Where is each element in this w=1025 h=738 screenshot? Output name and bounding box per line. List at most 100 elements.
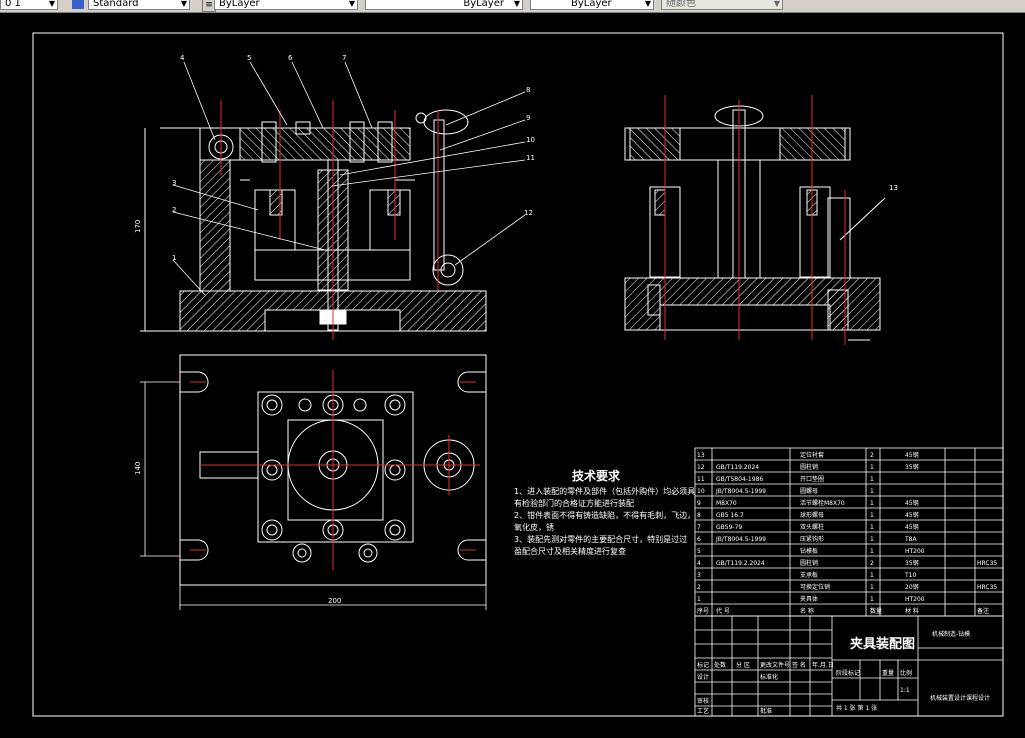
chevron-down-icon: ▼ (48, 0, 55, 8)
layer-value: 0 1 (5, 0, 21, 9)
company-name: 机械装置设计课程设计 (930, 694, 990, 702)
bom-cell-no: 10 (697, 488, 705, 495)
part-label: 1 (172, 254, 176, 262)
part-label: 5 (247, 54, 251, 62)
bom-cell-no: 2 (697, 584, 701, 591)
label-stage: 阶段标记 (836, 669, 860, 677)
bom-header-no: 序号 (697, 607, 709, 615)
bom-cell-no: 8 (697, 512, 701, 519)
label-zone: 分 区 (736, 661, 750, 669)
bom-cell-no: 4 (697, 560, 701, 567)
bom-cell-qty: 1 (870, 464, 874, 471)
tech-line: 2、钳件表面不得有铸造缺陷，不得有毛刺，飞边， (514, 511, 696, 520)
bom-cell-material: 45钢 (905, 499, 919, 507)
layer-dropdown[interactable]: 0 1 ▼ (0, 0, 58, 10)
tech-line: 3、装配先测对零件的主要配合尺寸，特别是过过 (514, 535, 688, 544)
part-label: 12 (524, 209, 533, 217)
bom-table: 13 定位衬套 2 45钢12 GB/T119.2024 圆柱销 1 35钢11 GB/T580… (697, 451, 997, 615)
label-doc: 更改文件号 (760, 661, 790, 669)
bom-cell-qty: 1 (870, 572, 874, 579)
bom-cell-material: HT200 (905, 596, 925, 603)
bom-cell-name: 球形螺母 (800, 511, 824, 519)
bom-cell-code: JB/T8004.5-1999 (715, 488, 766, 495)
side-view (624, 105, 886, 345)
bom-cell-material: 45钢 (905, 451, 919, 459)
bom-cell-material: T10 (904, 572, 916, 579)
bom-cell-qty: 1 (870, 524, 874, 531)
lineweight-value: ByLayer (571, 0, 612, 9)
bom-cell-name: 双头螺柱 (800, 523, 824, 531)
dimension-width: 200 (328, 597, 341, 605)
bom-cell-qty: 1 (870, 488, 874, 495)
bom-cell-material: T8A (904, 536, 917, 543)
title-block-labels: 标记 处数 分 区 更改文件号 签 名 年.月.日 设计 标准化 审核 工艺 批… (697, 630, 990, 715)
label-count: 处数 (714, 661, 726, 669)
bom-cell-name: 开口垫圈 (800, 475, 824, 483)
bom-cell-material: HT200 (905, 548, 925, 555)
chevron-down-icon: ▼ (348, 0, 355, 8)
drawing-title: 夹具装配图 (850, 636, 915, 652)
linetype-value: ByLayer (463, 0, 504, 9)
color-dropdown[interactable]: ByLayer ▼ (214, 0, 358, 10)
bom-cell-qty: 1 (870, 476, 874, 483)
bom-header-code: 代 号 (716, 607, 730, 615)
tech-line: 1、进入装配的零件及部件（包括外购件）均必须具 (514, 487, 696, 496)
chevron-down-icon: ▼ (180, 0, 187, 8)
part-label: 2 (172, 206, 176, 214)
bom-cell-qty: 2 (870, 452, 874, 459)
lineweight-dropdown[interactable]: ByLayer ▼ (530, 0, 654, 10)
drawing-number: 机械制造-钻模 (932, 630, 970, 638)
text-style-dropdown[interactable]: Standard ▼ (88, 0, 190, 10)
bom-cell-name: 可换定位销 (800, 583, 830, 591)
bom-cell-code: GB5 16.7 (716, 512, 744, 519)
label-date: 年.月.日 (812, 661, 834, 669)
label-process: 工艺 (697, 707, 709, 715)
bom-cell-qty: 1 (870, 596, 874, 603)
bom-cell-qty: 2 (870, 560, 874, 567)
bom-cell-no: 5 (697, 548, 701, 555)
sheets-value: 共 1 张 第 1 张 (836, 704, 877, 712)
bom-cell-name: 钻模板 (800, 547, 818, 555)
bom-cell-no: 11 (697, 476, 705, 483)
linetype-dropdown[interactable]: ByLayer ▼ (365, 0, 523, 10)
part-label: 6 (288, 54, 293, 62)
label-approve: 批准 (760, 707, 772, 715)
bom-cell-name: 圆螺母 (800, 487, 818, 495)
plotstyle-dropdown[interactable]: 随颜色 ▼ (661, 0, 783, 10)
bom-cell-no: 1 (697, 596, 701, 603)
bom-cell-code: JB/T8004.5-1999 (715, 536, 766, 543)
color-value: ByLayer (219, 0, 260, 9)
bom-cell-no: 6 (697, 536, 701, 543)
bom-cell-name: 夹具体 (800, 595, 818, 603)
bom-header-qty: 数量 (870, 607, 882, 615)
text-style-icon[interactable] (72, 0, 84, 9)
bom-cell-no: 7 (697, 524, 701, 531)
bom-cell-code: GB/T5804-1986 (716, 476, 763, 483)
bom-cell-material: 45钢 (905, 511, 919, 519)
bom-cell-qty: 1 (870, 584, 874, 591)
bom-cell-code: GB/T119.2024 (716, 464, 759, 471)
bom-header-name: 名 称 (800, 607, 814, 615)
tech-requirements: 技术要求 1、进入装配的零件及部件（包括外购件）均必须具 有检验部门的合格证方能… (514, 470, 695, 558)
tech-line: 有检验部门的合格证方能进行装配 (514, 499, 634, 508)
part-label: 3 (172, 179, 176, 187)
bom-cell-name: 定位衬套 (800, 451, 824, 459)
bom-cell-material: 35钢 (905, 559, 919, 567)
chevron-down-icon: ▼ (513, 0, 520, 8)
tech-line: 盈配合尺寸及相关精度进行复查 (514, 547, 626, 556)
drawing-canvas[interactable]: 4 5 6 7 8 9 10 11 3 2 1 12 170 13 140 20… (0, 13, 1025, 738)
label-weight: 重量 (882, 669, 894, 677)
dimension-height: 170 (134, 220, 142, 233)
chevron-down-icon: ▼ (644, 0, 651, 8)
drawing-frame (32, 32, 1004, 717)
part-label: 8 (526, 86, 530, 94)
bom-cell-material: 35钢 (905, 463, 919, 471)
text-style-value: Standard (93, 0, 139, 9)
bom-cell-name: 圆柱销 (800, 463, 818, 471)
bom-cell-name: 圆柱销 (800, 559, 818, 567)
chevron-down-icon: ▼ (773, 0, 780, 8)
dimension-height: 140 (134, 462, 142, 475)
scale-value: 1:1 (900, 687, 910, 694)
bom-cell-name: 活节螺栓M8X70 (800, 499, 845, 507)
bom-cell-no: 9 (697, 500, 701, 507)
